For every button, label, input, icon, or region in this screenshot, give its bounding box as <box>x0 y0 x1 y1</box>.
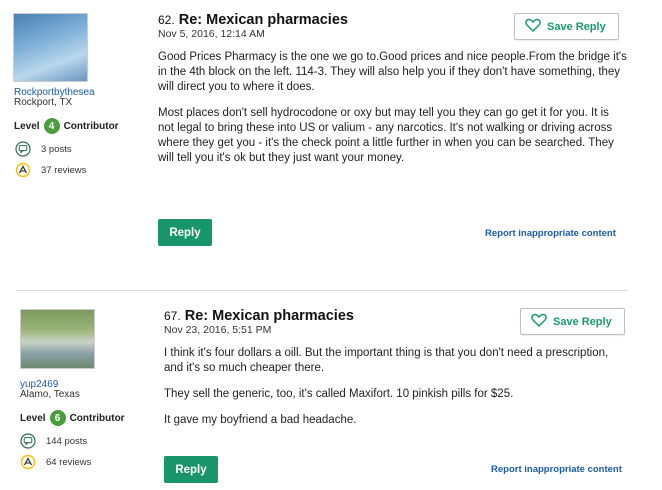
forum-post: Rockportbythesea Rockport, TX Level 4 Co… <box>0 0 662 270</box>
save-reply-label: Save Reply <box>553 315 612 328</box>
avatar[interactable] <box>13 13 88 82</box>
post-title-text[interactable]: Re: Mexican pharmacies <box>185 308 354 324</box>
post-paragraph: They sell the generic, too, it's called … <box>164 388 514 400</box>
posts-count: 3 posts <box>41 143 72 155</box>
speech-bubble-icon <box>20 433 36 449</box>
post-paragraph: It gave my boyfriend a bad headache. <box>164 414 357 426</box>
save-reply-button[interactable]: Save Reply <box>514 13 619 40</box>
posts-count: 144 posts <box>46 435 88 447</box>
post-paragraph: I think it's four dollars a oill. But th… <box>164 347 609 374</box>
post-body: Good Prices Pharmacy is the one we go to… <box>158 50 628 177</box>
reply-button[interactable]: Reply <box>158 219 212 246</box>
level-label: Level <box>20 412 46 424</box>
reviews-count: 64 reviews <box>46 456 92 468</box>
post-title: 67. Re: Mexican pharmacies <box>164 308 354 324</box>
review-badge-icon <box>15 162 31 178</box>
level-badge: 6 <box>49 410 66 426</box>
author-location: Alamo, Texas <box>20 389 80 400</box>
author-reviews: 64 reviews <box>20 454 91 470</box>
author-level: Level 4 Contributor <box>14 118 119 134</box>
post-number: 67. <box>164 309 181 323</box>
level-label: Level <box>14 120 40 132</box>
report-link[interactable]: Report inappropriate content <box>491 464 622 475</box>
post-title-text[interactable]: Re: Mexican pharmacies <box>179 12 348 28</box>
forum-post: yup2469 Alamo, Texas Level 6 Contributor… <box>0 296 662 490</box>
post-number: 62. <box>158 13 175 27</box>
save-reply-button[interactable]: Save Reply <box>520 308 625 335</box>
report-link[interactable]: Report inappropriate content <box>485 228 616 239</box>
post-date: Nov 5, 2016, 12:14 AM <box>158 28 265 40</box>
post-paragraph: Good Prices Pharmacy is the one we go to… <box>158 51 627 93</box>
post-title: 62. Re: Mexican pharmacies <box>158 12 348 28</box>
save-reply-label: Save Reply <box>547 20 606 33</box>
author-reviews: 37 reviews <box>15 162 86 178</box>
author-level: Level 6 Contributor <box>20 410 125 426</box>
post-paragraph: Most places don't sell hydrocodone or ox… <box>158 107 614 164</box>
post-divider <box>16 290 628 291</box>
level-title: Contributor <box>69 412 125 424</box>
level-badge: 4 <box>43 118 60 134</box>
heart-outline-icon <box>525 18 541 35</box>
author-posts: 3 posts <box>15 141 72 157</box>
author-posts: 144 posts <box>20 433 87 449</box>
author-location: Rockport, TX <box>14 97 73 108</box>
reviews-count: 37 reviews <box>41 164 87 176</box>
avatar[interactable] <box>20 309 95 369</box>
post-body: I think it's four dollars a oill. But th… <box>164 346 629 439</box>
speech-bubble-icon <box>15 141 31 157</box>
reply-button[interactable]: Reply <box>164 456 218 483</box>
review-badge-icon <box>20 454 36 470</box>
level-title: Contributor <box>63 120 119 132</box>
post-date: Nov 23, 2016, 5:51 PM <box>164 324 272 336</box>
heart-outline-icon <box>531 313 547 330</box>
